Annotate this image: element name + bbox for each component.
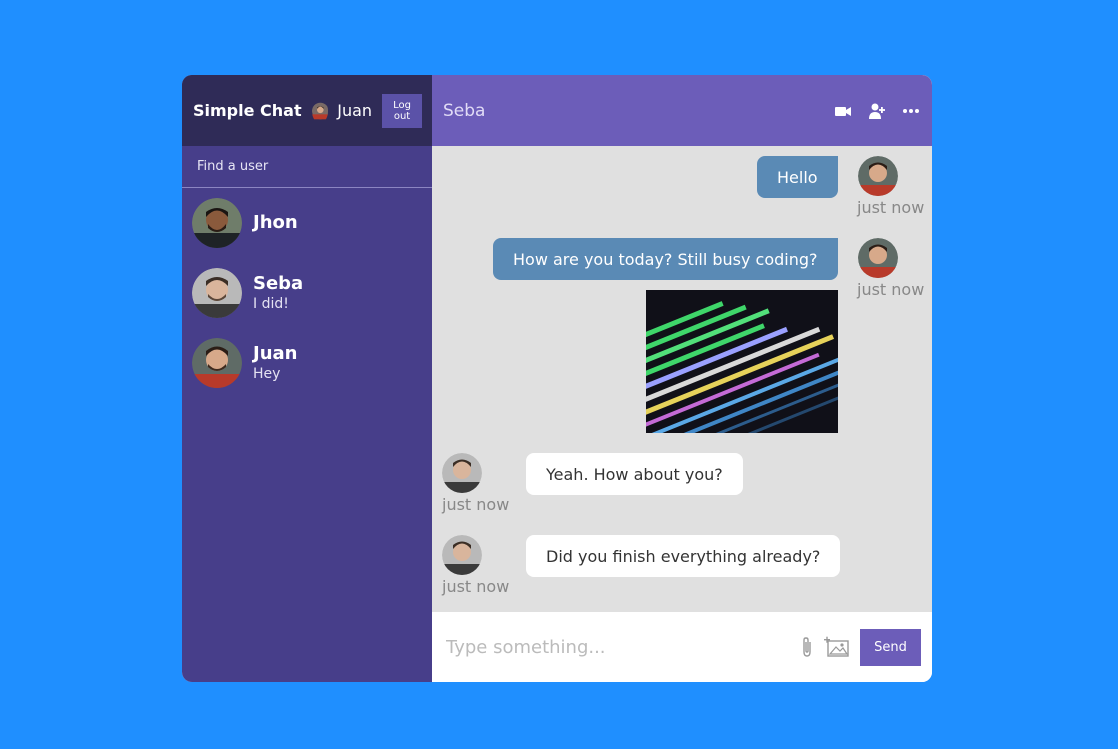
current-user-name: Juan	[337, 101, 373, 120]
message-timestamp: just now	[442, 495, 510, 514]
sender-avatar	[442, 453, 482, 493]
user-item-jhon[interactable]: Jhon	[182, 198, 432, 248]
current-user-avatar	[311, 102, 329, 119]
user-last-message: Hey	[253, 366, 281, 382]
user-item-seba[interactable]: Seba I did!	[182, 268, 432, 318]
user-list: Jhon Seba I did! Juan Hey	[182, 188, 432, 408]
message-bubble-outgoing: Hello	[757, 156, 838, 198]
sender-avatar	[858, 156, 898, 196]
chat-title: Seba	[443, 100, 486, 121]
sidebar-header: Simple Chat Juan Log out	[182, 75, 432, 146]
message-bubble-outgoing: How are you today? Still busy coding?	[493, 238, 838, 280]
user-avatar	[192, 198, 242, 248]
user-name: Jhon	[253, 212, 298, 233]
message-timestamp: just now	[857, 198, 925, 217]
sender-avatar	[442, 535, 482, 575]
message-bubble-incoming: Yeah. How about you?	[526, 453, 743, 495]
video-icon[interactable]	[834, 102, 852, 120]
user-meta: Seba I did!	[253, 273, 303, 313]
add-image-icon[interactable]	[824, 636, 850, 658]
find-user-input[interactable]	[195, 158, 419, 175]
user-meta: Jhon	[253, 212, 298, 234]
user-item-juan[interactable]: Juan Hey	[182, 338, 432, 388]
chat-header: Seba	[432, 75, 932, 146]
add-user-icon[interactable]	[868, 102, 886, 120]
code-image-attachment[interactable]	[646, 290, 838, 433]
message-timestamp: just now	[857, 280, 925, 299]
user-avatar	[192, 268, 242, 318]
sender-avatar	[858, 238, 898, 278]
paperclip-icon[interactable]	[800, 636, 814, 658]
header-icons	[834, 102, 920, 120]
sidebar: Simple Chat Juan Log out Find a user Jho…	[182, 75, 432, 682]
logout-button[interactable]: Log out	[382, 93, 422, 128]
message-bubble-incoming: Did you finish everything already?	[526, 535, 841, 577]
message-list: Hello just now How are you today? Still …	[432, 146, 932, 612]
chat-panel: Seba Hello just now How are you today? S…	[432, 75, 932, 682]
app-brand: Simple Chat	[193, 101, 302, 120]
user-avatar	[192, 338, 242, 388]
user-meta: Juan Hey	[253, 343, 297, 383]
user-last-message: I did!	[253, 296, 289, 312]
message-input-bar: Send	[432, 612, 932, 682]
user-search	[182, 146, 432, 188]
send-button[interactable]: Send	[860, 628, 921, 666]
message-timestamp: just now	[442, 577, 510, 596]
user-name: Seba	[253, 273, 304, 294]
message-input[interactable]	[444, 635, 800, 659]
more-icon[interactable]	[902, 102, 920, 120]
user-name: Juan	[253, 343, 298, 364]
chat-app-window: Simple Chat Juan Log out Find a user Jho…	[182, 75, 932, 682]
